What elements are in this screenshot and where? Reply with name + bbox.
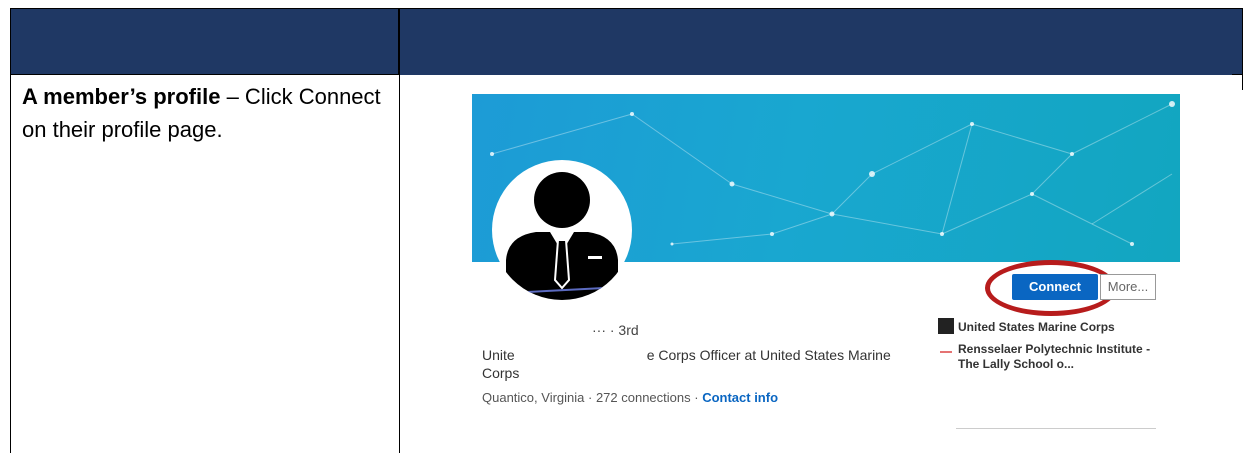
- instruction-title: A member’s profile: [22, 84, 221, 109]
- headline-end: e Corps Officer at United States Marine …: [482, 347, 891, 381]
- table-header-left: [10, 8, 399, 75]
- table-row-border: [10, 74, 400, 75]
- profile-location: Quantico, Virginia: [482, 390, 585, 405]
- profile-headline: Unite e Corps Officer at United States Ma…: [482, 346, 922, 382]
- profile-connections[interactable]: 272 connections: [596, 390, 691, 405]
- profile-meta: Quantico, Virginia · 272 connections · C…: [482, 390, 779, 405]
- profile-screenshot: Connect More... ··· · 3rd Unite e Corps O…: [466, 90, 1192, 453]
- org-education[interactable]: Rensselaer Polytechnic Institute - The L…: [958, 342, 1158, 372]
- person-silhouette-icon: [506, 172, 618, 300]
- instruction-text: A member’s profile – Click Connect on th…: [22, 80, 392, 146]
- profile-avatar[interactable]: [492, 160, 632, 300]
- connect-button[interactable]: Connect: [1012, 274, 1098, 300]
- section-divider: [956, 428, 1156, 429]
- more-button[interactable]: More...: [1100, 274, 1156, 300]
- connection-degree: ··· · 3rd: [592, 322, 639, 338]
- table-border-right: [1242, 74, 1243, 90]
- rpi-logo: [940, 351, 952, 353]
- table-border-middle: [399, 74, 400, 453]
- table-row-border-right: [1232, 74, 1243, 75]
- marine-corps-logo: [938, 318, 954, 334]
- org-current-employer[interactable]: United States Marine Corps: [958, 320, 1115, 334]
- table-border-left: [10, 74, 11, 453]
- table-header-right: [400, 8, 1243, 75]
- contact-info-link[interactable]: Contact info: [702, 390, 778, 405]
- headline-start: Unite: [482, 347, 515, 363]
